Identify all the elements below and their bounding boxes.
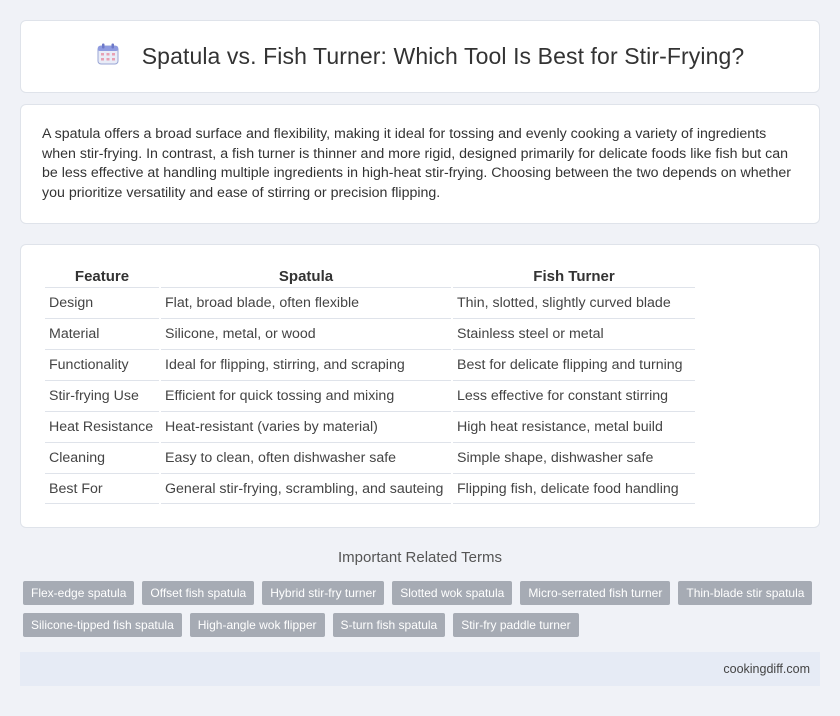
comparison-card: Feature Spatula Fish Turner Design Flat,… <box>20 244 820 528</box>
table-cell: Material <box>45 318 159 349</box>
table-cell: Simple shape, dishwasher safe <box>453 442 695 473</box>
footer: cookingdiff.com <box>20 652 820 686</box>
table-cell: Heat Resistance <box>45 411 159 442</box>
intro-card: A spatula offers a broad surface and fle… <box>20 104 820 224</box>
table-row: Stir-frying Use Efficient for quick toss… <box>45 380 695 411</box>
related-term-tag[interactable]: Thin-blade stir spatula <box>678 581 813 605</box>
related-term-tag[interactable]: Slotted wok spatula <box>392 581 513 605</box>
table-cell: Flipping fish, delicate food handling <box>453 473 695 504</box>
table-cell: High heat resistance, metal build <box>453 411 695 442</box>
table-cell: General stir-frying, scrambling, and sau… <box>161 473 451 504</box>
table-row: Cleaning Easy to clean, often dishwasher… <box>45 442 695 473</box>
page: Spatula vs. Fish Turner: Which Tool Is B… <box>0 0 840 716</box>
related-term-tag[interactable]: Stir-fry paddle turner <box>453 613 579 637</box>
intro-text: A spatula offers a broad surface and fle… <box>42 126 791 201</box>
related-terms-title: Important Related Terms <box>338 549 502 566</box>
table-cell: Less effective for constant stirring <box>453 380 695 411</box>
table-cell: Cleaning <box>45 442 159 473</box>
table-row: Material Silicone, metal, or wood Stainl… <box>45 318 695 349</box>
table-cell: Silicone, metal, or wood <box>161 318 451 349</box>
table-cell: Stir-frying Use <box>45 380 159 411</box>
table-cell: Efficient for quick tossing and mixing <box>161 380 451 411</box>
title-card: Spatula vs. Fish Turner: Which Tool Is B… <box>20 20 820 93</box>
comparison-table: Feature Spatula Fish Turner Design Flat,… <box>43 265 697 504</box>
table-cell: Stainless steel or metal <box>453 318 695 349</box>
footer-site-link[interactable]: cookingdiff.com <box>723 662 810 676</box>
related-term-tag[interactable]: Offset fish spatula <box>142 581 255 605</box>
table-header-row: Feature Spatula Fish Turner <box>45 265 695 287</box>
table-cell: Heat-resistant (varies by material) <box>161 411 451 442</box>
table-cell: Best for delicate flipping and turning <box>453 349 695 380</box>
column-header-fish-turner: Fish Turner <box>533 268 615 285</box>
table-cell: Ideal for flipping, stirring, and scrapi… <box>161 349 451 380</box>
table-cell: Design <box>45 287 159 318</box>
related-term-tag[interactable]: High-angle wok flipper <box>189 613 325 637</box>
related-term-tag[interactable]: Flex-edge spatula <box>23 581 135 605</box>
table-cell: Flat, broad blade, often flexible <box>161 287 451 318</box>
related-terms-list: Flex-edge spatula Offset fish spatula Hy… <box>23 581 823 637</box>
page-title: Spatula vs. Fish Turner: Which Tool Is B… <box>141 43 745 69</box>
related-term-tag[interactable]: Micro-serrated fish turner <box>520 581 671 605</box>
related-term-tag[interactable]: Hybrid stir-fry turner <box>262 581 385 605</box>
table-row: Design Flat, broad blade, often flexible… <box>45 287 695 318</box>
table-row: Heat Resistance Heat-resistant (varies b… <box>45 411 695 442</box>
table-cell: Functionality <box>45 349 159 380</box>
table-cell: Best For <box>45 473 159 504</box>
table-row: Functionality Ideal for flipping, stirri… <box>45 349 695 380</box>
calendar-icon <box>96 42 120 71</box>
table-cell: Thin, slotted, slightly curved blade <box>453 287 695 318</box>
table-row: Best For General stir-frying, scrambling… <box>45 473 695 504</box>
column-header-spatula: Spatula <box>278 268 334 285</box>
table-cell: Easy to clean, often dishwasher safe <box>161 442 451 473</box>
related-term-tag[interactable]: S-turn fish spatula <box>332 613 446 637</box>
column-header-feature: Feature <box>74 268 130 285</box>
related-term-tag[interactable]: Silicone-tipped fish spatula <box>23 613 182 637</box>
